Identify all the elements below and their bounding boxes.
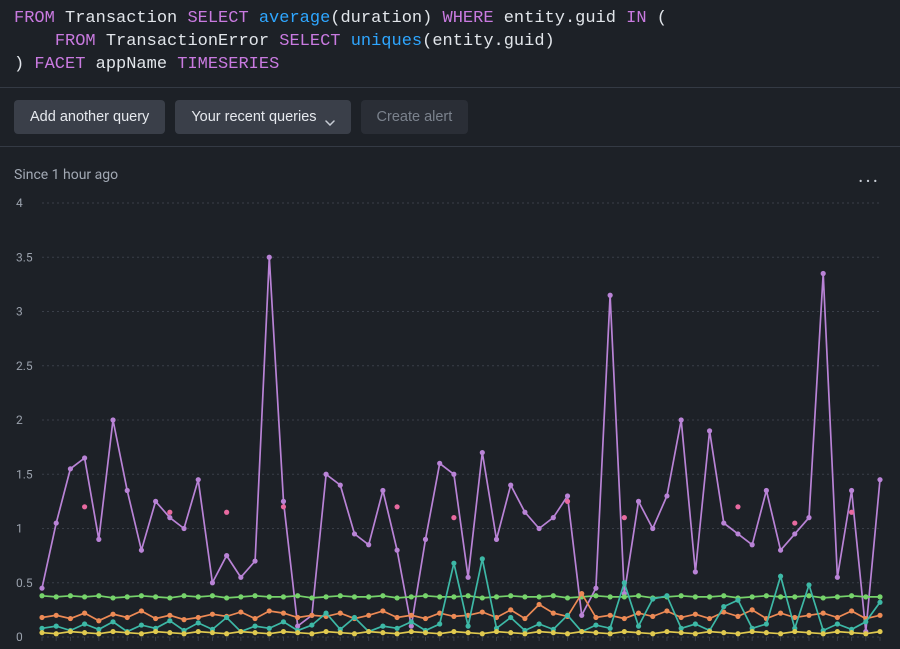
chart-grid	[42, 203, 880, 641]
chart-more-button[interactable]: ...	[852, 163, 886, 187]
chart-header: Since 1 hour ago ...	[14, 163, 886, 187]
add-another-query-button[interactable]: Add another query	[14, 100, 165, 134]
svg-text:3: 3	[16, 304, 23, 318]
chart-time-range-label: Since 1 hour ago	[14, 167, 118, 183]
query-editor[interactable]: FROM Transaction SELECT average(duration…	[0, 0, 900, 88]
query-toolbar: Add another query Your recent queries Cr…	[0, 88, 900, 147]
svg-text:4: 4	[16, 196, 23, 210]
svg-text:1.5: 1.5	[16, 467, 33, 481]
recent-queries-label: Your recent queries	[191, 109, 316, 125]
chart-y-axis-labels: 0 0.5 1 1.5 2 2.5 3 3.5 4	[16, 196, 33, 644]
create-alert-button[interactable]: Create alert	[361, 100, 469, 134]
svg-text:3.5: 3.5	[16, 250, 33, 264]
query-line-3: ) FACET appName TIMESERIES	[14, 55, 279, 74]
chevron-down-icon	[325, 114, 335, 120]
create-alert-label: Create alert	[377, 109, 453, 125]
svg-text:1: 1	[16, 521, 23, 535]
timeseries-chart[interactable]: 0 0.5 1 1.5 2 2.5 3 3.5 4	[14, 189, 886, 649]
svg-text:0.5: 0.5	[16, 576, 33, 590]
query-line-1: FROM Transaction SELECT average(duration…	[14, 9, 667, 28]
svg-text:0: 0	[16, 630, 23, 644]
query-line-2: FROM TransactionError SELECT uniques(ent…	[14, 32, 555, 51]
svg-text:2.5: 2.5	[16, 359, 33, 373]
add-another-query-label: Add another query	[30, 109, 149, 125]
recent-queries-button[interactable]: Your recent queries	[175, 100, 350, 134]
svg-text:2: 2	[16, 413, 23, 427]
more-icon: ...	[858, 163, 880, 187]
chart-series	[39, 254, 882, 636]
chart-panel: Since 1 hour ago ... 0 0.5 1 1.5 2 2.5 3 3.5 4	[0, 147, 900, 649]
